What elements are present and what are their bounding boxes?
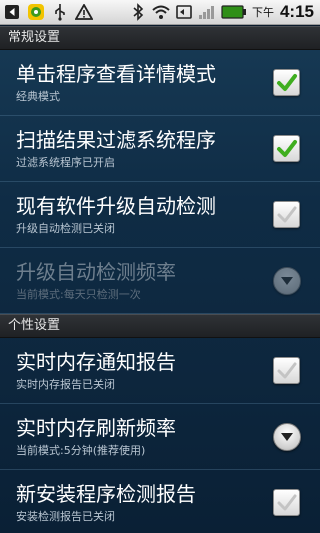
back-arrow-icon (3, 3, 21, 21)
chevron-down-icon (281, 277, 293, 285)
checkmark-faded-icon (277, 362, 296, 378)
pref-memory-refresh-frequency[interactable]: 实时内存刷新频率 当前模式:5分钟(推荐使用) (0, 404, 320, 470)
settings-list: 常规设置 单击程序查看详情模式 经典模式 扫描结果过滤系统程序 过滤系统程序已开… (0, 26, 320, 533)
pref-summary: 安装检测报告已关闭 (16, 510, 115, 523)
pref-summary: 实时内存报告已关闭 (16, 378, 115, 391)
signal-icon (198, 3, 216, 21)
pref-summary: 升级自动检测已关闭 (16, 222, 115, 235)
chevron-down-icon (281, 433, 293, 441)
pref-title: 新安装程序检测报告 (16, 482, 196, 506)
checkbox-checked[interactable] (273, 69, 300, 96)
section-header-general: 常规设置 (0, 26, 320, 50)
checkmark-faded-icon (277, 206, 296, 222)
checkmark-faded-icon (277, 494, 296, 510)
pref-auto-upgrade-check[interactable]: 现有软件升级自动检测 升级自动检测已关闭 (0, 182, 320, 248)
pref-summary: 经典模式 (16, 90, 60, 103)
pref-summary: 过滤系统程序已开启 (16, 156, 115, 169)
pref-title: 现有软件升级自动检测 (16, 194, 216, 218)
checkbox-unchecked[interactable] (273, 201, 300, 228)
pref-title: 单击程序查看详情模式 (16, 62, 216, 86)
battery-icon (221, 3, 247, 21)
pref-memory-notification[interactable]: 实时内存通知报告 实时内存报告已关闭 (0, 338, 320, 404)
checkmark-icon (276, 73, 297, 91)
clock-time: 4:15 (279, 2, 314, 21)
sync-icon (175, 3, 193, 21)
status-bar: 下午 4:15 (0, 0, 320, 25)
clock-ampm: 下午 (251, 6, 274, 19)
pref-title: 实时内存刷新频率 (16, 416, 176, 440)
dropdown-button[interactable] (273, 423, 301, 451)
bluetooth-icon (129, 3, 147, 21)
pref-auto-check-frequency: 升级自动检测频率 当前模式:每天只检测一次 (0, 248, 320, 314)
checkbox-unchecked[interactable] (273, 489, 300, 516)
pref-summary: 当前模式:5分钟(推荐使用) (16, 444, 146, 457)
warning-icon (75, 3, 93, 21)
pref-title: 扫描结果过滤系统程序 (16, 128, 216, 152)
checkmark-icon (276, 139, 297, 157)
wifi-icon (152, 3, 170, 21)
pref-title: 升级自动检测频率 (16, 260, 176, 284)
usb-icon (51, 3, 69, 21)
pref-filter-system-apps[interactable]: 扫描结果过滤系统程序 过滤系统程序已开启 (0, 116, 320, 182)
app-icon (27, 3, 45, 21)
dropdown-button (273, 267, 301, 295)
section-header-personal: 个性设置 (0, 314, 320, 338)
checkbox-checked[interactable] (273, 135, 300, 162)
pref-new-install-report[interactable]: 新安装程序检测报告 安装检测报告已关闭 (0, 470, 320, 533)
pref-summary: 当前模式:每天只检测一次 (16, 288, 141, 301)
pref-title: 实时内存通知报告 (16, 350, 176, 374)
pref-click-detail-mode[interactable]: 单击程序查看详情模式 经典模式 (0, 50, 320, 116)
checkbox-unchecked[interactable] (273, 357, 300, 384)
